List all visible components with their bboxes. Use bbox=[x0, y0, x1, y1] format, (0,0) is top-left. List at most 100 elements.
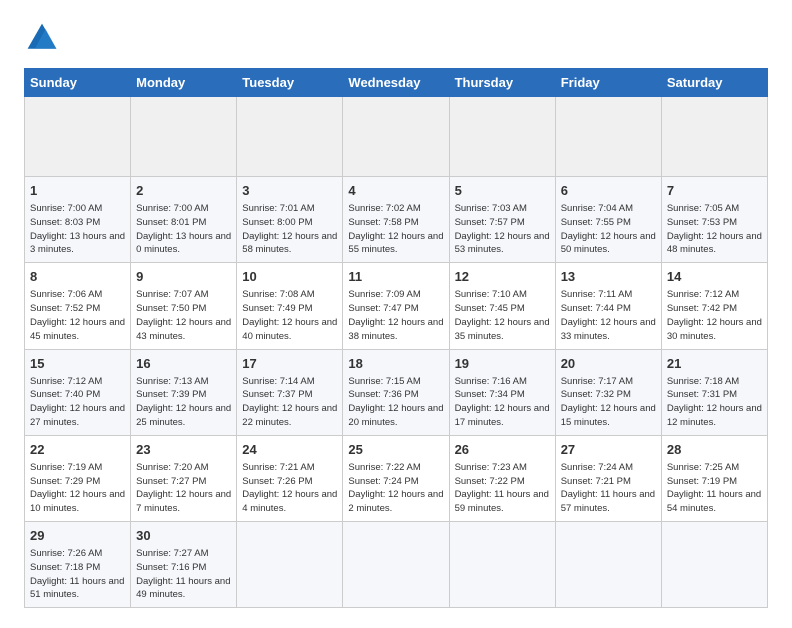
day-number: 6 bbox=[561, 182, 656, 200]
day-number: 20 bbox=[561, 355, 656, 373]
calendar-cell bbox=[343, 97, 449, 177]
page: SundayMondayTuesdayWednesdayThursdayFrid… bbox=[0, 0, 792, 628]
day-number: 5 bbox=[455, 182, 550, 200]
header-row: SundayMondayTuesdayWednesdayThursdayFrid… bbox=[25, 69, 768, 97]
day-number: 18 bbox=[348, 355, 443, 373]
day-number: 3 bbox=[242, 182, 337, 200]
day-info: Sunrise: 7:17 AMSunset: 7:32 PMDaylight:… bbox=[561, 375, 656, 430]
calendar-cell: 16 Sunrise: 7:13 AMSunset: 7:39 PMDayligh… bbox=[131, 349, 237, 435]
calendar-cell: 24 Sunrise: 7:21 AMSunset: 7:26 PMDayligh… bbox=[237, 435, 343, 521]
day-number: 29 bbox=[30, 527, 125, 545]
day-number: 8 bbox=[30, 268, 125, 286]
calendar-cell: 22Sunrise: 7:19 AMSunset: 7:29 PMDayligh… bbox=[25, 435, 131, 521]
day-info: Sunrise: 7:13 AMSunset: 7:39 PMDaylight:… bbox=[136, 375, 231, 430]
day-info: Sunrise: 7:16 AMSunset: 7:34 PMDaylight:… bbox=[455, 375, 550, 430]
calendar-cell bbox=[661, 522, 767, 608]
calendar-cell: 12Sunrise: 7:10 AMSunset: 7:45 PMDayligh… bbox=[449, 263, 555, 349]
calendar-cell: 11 Sunrise: 7:09 AMSunset: 7:47 PMDayligh… bbox=[343, 263, 449, 349]
day-number: 7 bbox=[667, 182, 762, 200]
day-header-tuesday: Tuesday bbox=[237, 69, 343, 97]
week-row-4: 22Sunrise: 7:19 AMSunset: 7:29 PMDayligh… bbox=[25, 435, 768, 521]
day-number: 26 bbox=[455, 441, 550, 459]
week-row-1: 1 Sunrise: 7:00 AMSunset: 8:03 PMDaylight… bbox=[25, 177, 768, 263]
week-row-5: 29 Sunrise: 7:26 AMSunset: 7:18 PMDayligh… bbox=[25, 522, 768, 608]
day-info: Sunrise: 7:19 AMSunset: 7:29 PMDaylight:… bbox=[30, 461, 125, 516]
logo-icon bbox=[24, 20, 60, 56]
calendar-cell bbox=[661, 97, 767, 177]
calendar-cell: 8Sunrise: 7:06 AMSunset: 7:52 PMDaylight… bbox=[25, 263, 131, 349]
calendar-cell: 6 Sunrise: 7:04 AMSunset: 7:55 PMDaylight… bbox=[555, 177, 661, 263]
calendar-cell: 19 Sunrise: 7:16 AMSunset: 7:34 PMDayligh… bbox=[449, 349, 555, 435]
day-number: 2 bbox=[136, 182, 231, 200]
calendar-cell bbox=[343, 522, 449, 608]
calendar-cell: 27Sunrise: 7:24 AMSunset: 7:21 PMDayligh… bbox=[555, 435, 661, 521]
day-info: Sunrise: 7:02 AMSunset: 7:58 PMDaylight:… bbox=[348, 202, 443, 257]
header bbox=[24, 20, 768, 56]
calendar-cell bbox=[555, 97, 661, 177]
day-number: 11 bbox=[348, 268, 443, 286]
day-info: Sunrise: 7:24 AMSunset: 7:21 PMDaylight:… bbox=[561, 461, 656, 516]
day-number: 10 bbox=[242, 268, 337, 286]
calendar-cell: 14Sunrise: 7:12 AMSunset: 7:42 PMDayligh… bbox=[661, 263, 767, 349]
day-number: 4 bbox=[348, 182, 443, 200]
calendar-cell: 7Sunrise: 7:05 AMSunset: 7:53 PMDaylight… bbox=[661, 177, 767, 263]
day-number: 25 bbox=[348, 441, 443, 459]
day-number: 30 bbox=[136, 527, 231, 545]
day-info: Sunrise: 7:20 AMSunset: 7:27 PMDaylight:… bbox=[136, 461, 231, 516]
day-info: Sunrise: 7:23 AMSunset: 7:22 PMDaylight:… bbox=[455, 461, 550, 516]
calendar-cell: 25Sunrise: 7:22 AMSunset: 7:24 PMDayligh… bbox=[343, 435, 449, 521]
calendar-cell: 28Sunrise: 7:25 AMSunset: 7:19 PMDayligh… bbox=[661, 435, 767, 521]
day-number: 13 bbox=[561, 268, 656, 286]
day-info: Sunrise: 7:00 AMSunset: 8:01 PMDaylight:… bbox=[136, 202, 231, 257]
day-info: Sunrise: 7:01 AMSunset: 8:00 PMDaylight:… bbox=[242, 202, 337, 257]
calendar-cell: 20 Sunrise: 7:17 AMSunset: 7:32 PMDayligh… bbox=[555, 349, 661, 435]
day-info: Sunrise: 7:03 AMSunset: 7:57 PMDaylight:… bbox=[455, 202, 550, 257]
calendar-cell: 5 Sunrise: 7:03 AMSunset: 7:57 PMDaylight… bbox=[449, 177, 555, 263]
day-info: Sunrise: 7:04 AMSunset: 7:55 PMDaylight:… bbox=[561, 202, 656, 257]
week-row-0 bbox=[25, 97, 768, 177]
calendar-cell: 9 Sunrise: 7:07 AMSunset: 7:50 PMDaylight… bbox=[131, 263, 237, 349]
calendar-cell: 30 Sunrise: 7:27 AMSunset: 7:16 PMDayligh… bbox=[131, 522, 237, 608]
day-number: 24 bbox=[242, 441, 337, 459]
logo bbox=[24, 20, 66, 56]
day-info: Sunrise: 7:15 AMSunset: 7:36 PMDaylight:… bbox=[348, 375, 443, 430]
day-number: 21 bbox=[667, 355, 762, 373]
calendar-cell bbox=[131, 97, 237, 177]
day-number: 28 bbox=[667, 441, 762, 459]
calendar-cell bbox=[25, 97, 131, 177]
day-info: Sunrise: 7:18 AMSunset: 7:31 PMDaylight:… bbox=[667, 375, 762, 430]
day-header-friday: Friday bbox=[555, 69, 661, 97]
calendar-cell bbox=[555, 522, 661, 608]
day-info: Sunrise: 7:08 AMSunset: 7:49 PMDaylight:… bbox=[242, 288, 337, 343]
day-info: Sunrise: 7:21 AMSunset: 7:26 PMDaylight:… bbox=[242, 461, 337, 516]
day-number: 16 bbox=[136, 355, 231, 373]
calendar-cell: 29 Sunrise: 7:26 AMSunset: 7:18 PMDayligh… bbox=[25, 522, 131, 608]
day-info: Sunrise: 7:00 AMSunset: 8:03 PMDaylight:… bbox=[30, 202, 125, 257]
day-info: Sunrise: 7:11 AMSunset: 7:44 PMDaylight:… bbox=[561, 288, 656, 343]
day-info: Sunrise: 7:26 AMSunset: 7:18 PMDaylight:… bbox=[30, 547, 125, 602]
calendar-cell: 3 Sunrise: 7:01 AMSunset: 8:00 PMDaylight… bbox=[237, 177, 343, 263]
day-header-wednesday: Wednesday bbox=[343, 69, 449, 97]
day-info: Sunrise: 7:10 AMSunset: 7:45 PMDaylight:… bbox=[455, 288, 550, 343]
calendar-cell bbox=[237, 97, 343, 177]
calendar-cell: 17 Sunrise: 7:14 AMSunset: 7:37 PMDayligh… bbox=[237, 349, 343, 435]
day-info: Sunrise: 7:07 AMSunset: 7:50 PMDaylight:… bbox=[136, 288, 231, 343]
calendar-cell: 26 Sunrise: 7:23 AMSunset: 7:22 PMDayligh… bbox=[449, 435, 555, 521]
day-number: 14 bbox=[667, 268, 762, 286]
day-number: 15 bbox=[30, 355, 125, 373]
day-info: Sunrise: 7:14 AMSunset: 7:37 PMDaylight:… bbox=[242, 375, 337, 430]
calendar-cell: 4 Sunrise: 7:02 AMSunset: 7:58 PMDaylight… bbox=[343, 177, 449, 263]
day-number: 17 bbox=[242, 355, 337, 373]
calendar-cell: 21 Sunrise: 7:18 AMSunset: 7:31 PMDayligh… bbox=[661, 349, 767, 435]
calendar-cell bbox=[449, 97, 555, 177]
day-header-thursday: Thursday bbox=[449, 69, 555, 97]
calendar-table: SundayMondayTuesdayWednesdayThursdayFrid… bbox=[24, 68, 768, 608]
calendar-cell: 2 Sunrise: 7:00 AMSunset: 8:01 PMDaylight… bbox=[131, 177, 237, 263]
calendar-cell: 13 Sunrise: 7:11 AMSunset: 7:44 PMDayligh… bbox=[555, 263, 661, 349]
day-number: 19 bbox=[455, 355, 550, 373]
day-info: Sunrise: 7:27 AMSunset: 7:16 PMDaylight:… bbox=[136, 547, 231, 602]
day-info: Sunrise: 7:12 AMSunset: 7:40 PMDaylight:… bbox=[30, 375, 125, 430]
day-number: 1 bbox=[30, 182, 125, 200]
day-info: Sunrise: 7:09 AMSunset: 7:47 PMDaylight:… bbox=[348, 288, 443, 343]
day-number: 9 bbox=[136, 268, 231, 286]
